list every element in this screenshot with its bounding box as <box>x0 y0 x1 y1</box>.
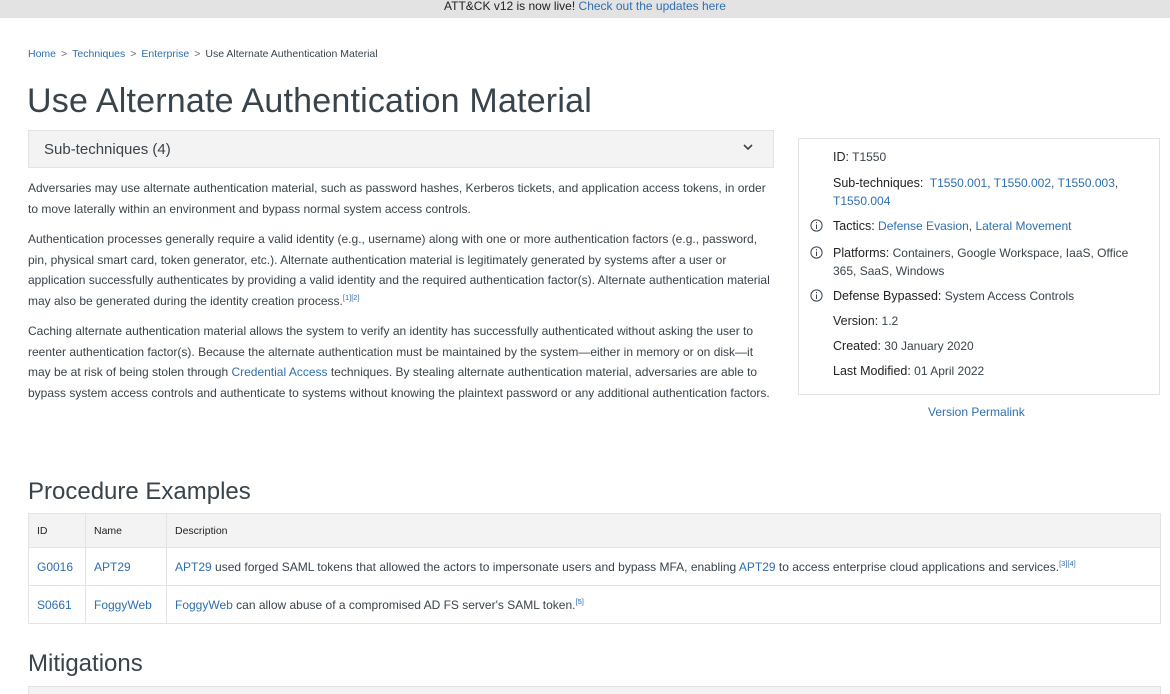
description-paragraph-3: Caching alternate authentication materia… <box>28 321 776 403</box>
breadcrumb-enterprise[interactable]: Enterprise <box>141 48 189 60</box>
sub-techniques-toggle[interactable]: Sub-techniques (4) <box>28 130 774 168</box>
breadcrumb-separator: > <box>130 48 137 60</box>
card-platforms-row: Platforms: Containers, Google Workspace,… <box>810 244 1129 280</box>
mitigations-heading: Mitigations <box>28 650 143 677</box>
procedure-name-link[interactable]: APT29 <box>94 560 131 574</box>
card-version-row: Version: 1.2 <box>833 314 898 328</box>
citation-link[interactable]: [3][4] <box>1059 559 1076 568</box>
column-header-name[interactable]: Name <box>85 513 167 548</box>
banner-message: ATT&CK v12 is now live! Check out the up… <box>444 0 726 13</box>
procedure-id-link[interactable]: S0661 <box>37 598 72 612</box>
card-modified-value: 01 April 2022 <box>914 364 985 378</box>
card-subtechniques-label: Sub-techniques: <box>833 176 924 190</box>
technique-info-card: ID: T1550 Sub-techniques: T1550.001, T15… <box>798 138 1160 395</box>
card-defense-bypassed-row: Defense Bypassed: System Access Controls <box>810 289 1075 303</box>
subtechnique-link-003[interactable]: T1550.003 <box>1057 176 1114 190</box>
table-header-row: ID Name Description <box>28 513 1161 548</box>
subtechnique-link-004[interactable]: T1550.004 <box>833 194 890 208</box>
info-icon[interactable] <box>810 219 823 232</box>
page-title: Use Alternate Authentication Material <box>27 82 592 120</box>
procedure-desc-text: can allow abuse of a compromised AD FS s… <box>232 598 576 612</box>
subtechnique-link-001[interactable]: T1550.001 <box>930 176 987 190</box>
card-tactics-label: Tactics: <box>833 219 875 233</box>
card-subtechniques-row: Sub-techniques: T1550.001, T1550.002, T1… <box>833 176 1119 208</box>
procedure-desc-link[interactable]: APT29 <box>739 560 776 574</box>
card-id-value: T1550 <box>852 150 887 164</box>
procedure-examples-heading: Procedure Examples <box>28 478 251 505</box>
sub-techniques-label: Sub-techniques (4) <box>44 141 171 158</box>
breadcrumb-techniques[interactable]: Techniques <box>72 48 125 60</box>
description-paragraph-1: Adversaries may use alternate authentica… <box>28 181 766 216</box>
description-paragraph-2-text: Authentication processes generally requi… <box>28 232 770 308</box>
citation-link[interactable]: [1][2] <box>343 293 360 302</box>
card-created-row: Created: 30 January 2020 <box>833 339 974 353</box>
procedure-desc-text: used forged SAML tokens that allowed the… <box>211 560 739 574</box>
banner-updates-link[interactable]: Check out the updates here <box>579 0 726 13</box>
card-defense-value: System Access Controls <box>944 289 1075 303</box>
breadcrumb-separator: > <box>194 48 201 60</box>
info-icon[interactable] <box>810 289 823 302</box>
procedure-desc-text: to access enterprise cloud applications … <box>775 560 1060 574</box>
procedure-name-link[interactable]: FoggyWeb <box>94 598 152 612</box>
card-platforms-line-1: Containers, Google Workspace, IaaS, Offi… <box>892 246 1129 260</box>
card-platforms-label: Platforms: <box>833 246 890 260</box>
breadcrumb-separator: > <box>61 48 68 60</box>
table-row: S0661 FoggyWeb FoggyWeb can allow abuse … <box>28 585 1161 624</box>
tactic-link-lateral-movement[interactable]: Lateral Movement <box>975 219 1071 233</box>
column-header-description[interactable]: Description <box>166 513 1161 548</box>
info-icon[interactable] <box>810 246 823 259</box>
announcement-banner: ATT&CK v12 is now live! Check out the up… <box>0 0 1170 18</box>
procedure-id-link[interactable]: G0016 <box>37 560 73 574</box>
card-modified-label: Last Modified: <box>833 364 911 378</box>
procedure-desc-link[interactable]: APT29 <box>175 560 212 574</box>
breadcrumb-current: Use Alternate Authentication Material <box>205 48 378 60</box>
card-id-row: ID: T1550 <box>833 150 886 164</box>
subtechnique-link-002[interactable]: T1550.002 <box>994 176 1051 190</box>
table-row: G0016 APT29 APT29 used forged SAML token… <box>28 547 1161 586</box>
citation-link[interactable]: [5] <box>575 597 583 606</box>
card-id-label: ID: <box>833 150 849 164</box>
version-permalink-link[interactable]: Version Permalink <box>928 405 1025 419</box>
banner-text: ATT&CK v12 is now live! <box>444 0 576 13</box>
card-defense-label: Defense Bypassed: <box>833 289 942 303</box>
procedure-desc-link[interactable]: FoggyWeb <box>175 598 233 612</box>
card-platforms-line-2: 365, SaaS, Windows <box>833 264 945 278</box>
card-modified-row: Last Modified: 01 April 2022 <box>833 364 984 378</box>
card-tactics-row: Tactics: Defense Evasion, Lateral Moveme… <box>810 219 1071 233</box>
column-header-id[interactable]: ID <box>28 513 86 548</box>
card-created-value: 30 January 2020 <box>884 339 974 353</box>
procedure-examples-table: ID Name Description G0016 APT29 APT29 us… <box>28 513 1161 624</box>
chevron-down-icon <box>743 144 753 151</box>
card-version-label: Version: <box>833 314 879 328</box>
breadcrumb: Home > Techniques > Enterprise > Use Alternate… <box>28 48 378 60</box>
procedure-description: APT29 used forged SAML tokens that allow… <box>166 547 1161 586</box>
tactic-link-defense-evasion[interactable]: Defense Evasion <box>878 219 969 233</box>
breadcrumb-home[interactable]: Home <box>28 48 56 60</box>
card-created-label: Created: <box>833 339 881 353</box>
technique-description: Adversaries may use alternate authentica… <box>28 178 776 413</box>
credential-access-link[interactable]: Credential Access <box>231 365 327 379</box>
procedure-description: FoggyWeb can allow abuse of a compromise… <box>166 585 1161 624</box>
description-paragraph-2: Authentication processes generally requi… <box>28 229 776 311</box>
card-version-value: 1.2 <box>881 314 899 328</box>
